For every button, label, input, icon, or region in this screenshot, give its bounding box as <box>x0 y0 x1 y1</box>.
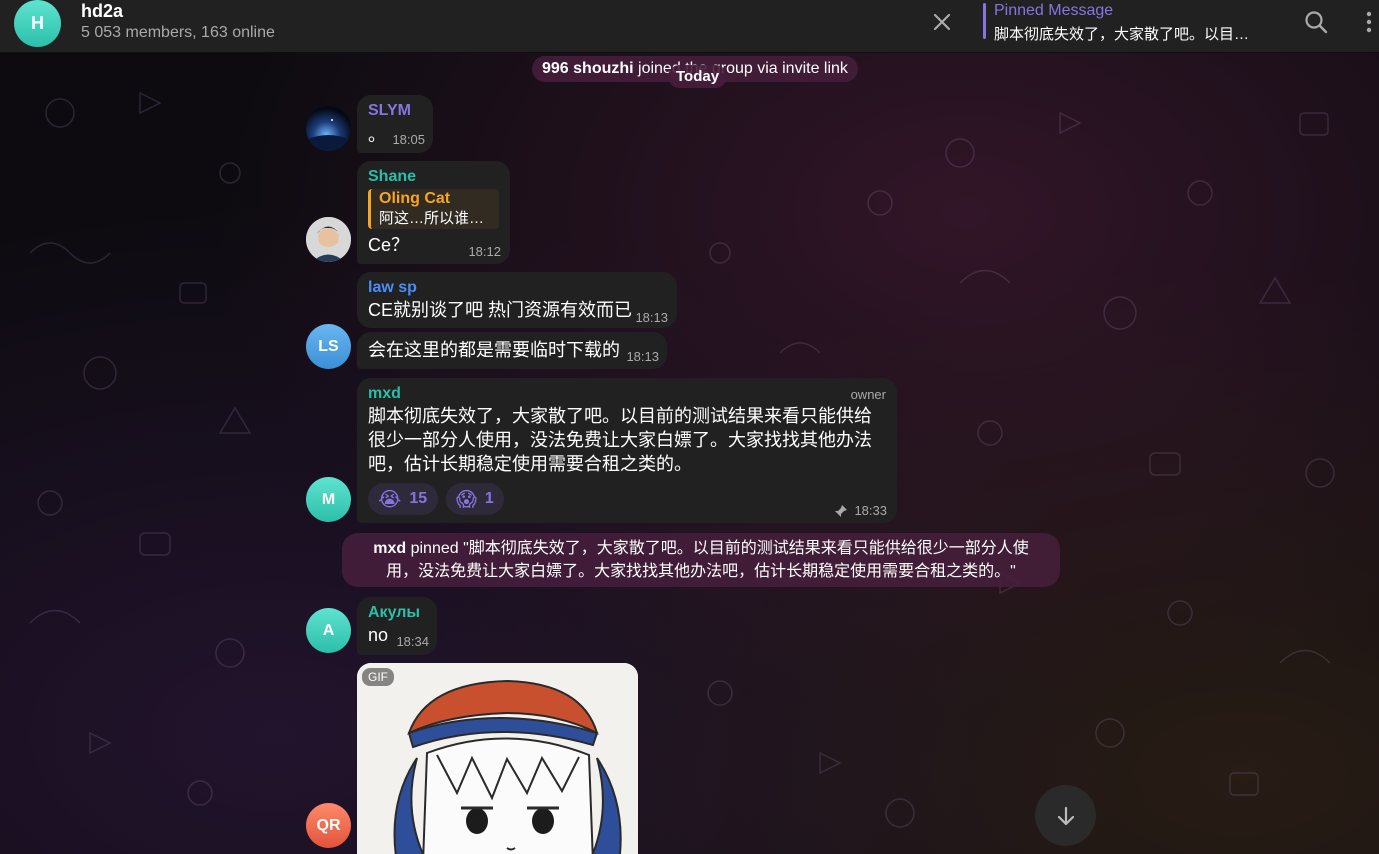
message-text: 会在这里的都是需要临时下载的 <box>368 340 620 360</box>
joined-user-name[interactable]: 996 shouzhi <box>542 60 634 77</box>
sender-name[interactable]: SLYM <box>368 101 422 121</box>
message-time-row: 18:33 <box>834 503 887 518</box>
group-member-count: 5 053 members, 163 online <box>81 24 275 41</box>
message-time: 18:34 <box>396 634 429 649</box>
date-separator: Today <box>668 65 728 88</box>
reaction-chip[interactable]: 😱 1 <box>446 483 504 515</box>
service-message-pinned[interactable]: mxd pinned "脚本彻底失效了，大家散了吧。以目前的测试结果来看只能供给… <box>342 533 1060 587</box>
avatar[interactable] <box>306 106 351 151</box>
message-bubble[interactable]: Shane Oling Cat 阿这…所以谁… Ce？ 18:12 <box>357 161 510 264</box>
reply-preview[interactable]: Oling Cat 阿这…所以谁… <box>368 189 499 229</box>
close-icon[interactable] <box>930 8 954 36</box>
avatar[interactable]: M <box>306 477 351 522</box>
message-text-line: 吧，估计长期稳定使用需要合租之类的。 <box>368 454 692 474</box>
pinned-service-text: pinned "脚本彻底失效了，大家散了吧。以目前的测试结果来看只能供给很少一部… <box>406 540 1029 557</box>
message-text-line: 很少一部分人使用，没法免费让大家白嫖了。大家找找其他办法 <box>368 430 872 450</box>
pinned-service-line: mxd pinned "脚本彻底失效了，大家散了吧。以目前的测试结果来看只能供给… <box>354 537 1048 560</box>
pinned-indicator <box>983 3 986 39</box>
gif-message[interactable]: GIF <box>357 663 638 854</box>
message-bubble[interactable]: mxd owner 脚本彻底失效了，大家散了吧。以目前的测试结果来看只能供给 很… <box>357 378 897 523</box>
message-time: 18:05 <box>392 132 425 147</box>
pinner-name[interactable]: mxd <box>373 540 406 557</box>
avatar[interactable] <box>306 217 351 262</box>
avatar[interactable]: QR <box>306 803 351 848</box>
message-bubble[interactable]: 会在这里的都是需要临时下载的 18:13 <box>357 332 667 369</box>
arrow-down-icon <box>1057 806 1074 825</box>
pinned-service-line: 用，没法免费让大家白嫖了。大家找找其他办法吧，估计长期稳定使用需要合租之类的。" <box>386 563 1016 580</box>
reaction-count: 1 <box>484 490 494 507</box>
message-bubble[interactable]: Акулы no 18:34 <box>357 597 437 655</box>
message-time: 18:12 <box>468 244 501 259</box>
avatar-image <box>306 217 351 262</box>
message-bubble[interactable]: law sp CE就别谈了吧 热门资源有效而已 18:13 <box>357 272 677 328</box>
reaction-chip[interactable]: 😭 15 <box>368 483 438 515</box>
message-bubble[interactable]: SLYM 。 18:05 <box>357 95 433 153</box>
reply-text: 阿这…所以谁… <box>379 210 485 227</box>
sender-name[interactable]: mxd <box>368 384 886 404</box>
reaction-count: 15 <box>409 490 428 507</box>
avatar[interactable]: A <box>306 608 351 653</box>
reply-sender: Oling Cat <box>379 190 451 207</box>
chat-area[interactable]: 996 shouzhi joined the group via invite … <box>0 53 1379 854</box>
message-text-line: 脚本彻底失效了，大家散了吧。以目前的测试结果来看只能供给 <box>368 406 872 426</box>
group-title[interactable]: hd2a <box>81 1 123 22</box>
avatar-image <box>306 119 351 151</box>
message-text: CE就别谈了吧 热门资源有效而已 <box>368 300 633 320</box>
reaction-emoji-icon: 😭 <box>378 487 402 511</box>
sender-name[interactable]: Shane <box>368 167 499 187</box>
message-time: 18:33 <box>854 503 887 518</box>
pinned-message-title[interactable]: Pinned Message <box>994 2 1113 20</box>
message-time: 18:13 <box>626 349 659 364</box>
message-time: 18:13 <box>635 310 668 325</box>
search-icon[interactable] <box>1303 9 1329 35</box>
sender-name[interactable]: law sp <box>368 278 666 298</box>
joined-text: joined the group via invite link <box>633 60 848 77</box>
sender-name[interactable]: Акулы <box>368 603 426 623</box>
more-vertical-icon[interactable] <box>1362 10 1376 34</box>
pinned-message-preview[interactable]: 脚本彻底失效了，大家散了吧。以目… <box>994 23 1249 44</box>
chat-header: H hd2a 5 053 members, 163 online Pinned … <box>0 0 1379 53</box>
avatar[interactable]: LS <box>306 324 351 369</box>
pin-icon <box>835 504 848 517</box>
gif-badge: GIF <box>362 668 394 686</box>
owner-badge: owner <box>850 387 886 402</box>
scroll-to-bottom-button[interactable] <box>1035 785 1096 846</box>
gif-animation <box>357 663 638 854</box>
group-avatar[interactable]: H <box>14 0 61 47</box>
reaction-emoji-icon: 😱 <box>456 487 477 511</box>
